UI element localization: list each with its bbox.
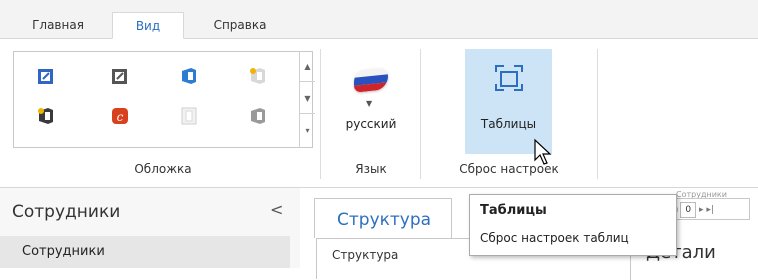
tab-structure[interactable]: Структура xyxy=(314,198,452,238)
skin-blue-icon[interactable] xyxy=(36,66,56,86)
tab-help[interactable]: Справка xyxy=(188,12,292,39)
skin-gray-icon[interactable] xyxy=(110,66,130,86)
gallery-scrollbar[interactable]: ▲ ▼ ▾ xyxy=(299,51,316,148)
group-divider xyxy=(320,49,321,179)
chevron-down-icon: ▼ xyxy=(366,99,373,108)
group-divider xyxy=(597,49,598,179)
pager-page-number[interactable]: 0 xyxy=(680,202,697,218)
language-button-label: русский xyxy=(345,117,397,131)
reset-tables-button-label: Таблицы xyxy=(480,117,537,131)
record-pager[interactable]: ◂ 0 ▸ ▸| xyxy=(668,198,750,220)
ribbon-tab-strip: Главная Вид Справка xyxy=(0,0,758,39)
ribbon-panel: c ▲ ▼ ▾ Обложка ▼ русский Язык Таблицы С… xyxy=(0,39,758,188)
skin-red-c-icon[interactable]: c xyxy=(110,106,130,126)
skin-glass-icon[interactable] xyxy=(179,106,199,126)
tooltip-title: Таблицы xyxy=(480,203,547,218)
pager-last-icon[interactable]: ▸| xyxy=(706,205,714,215)
gallery-scroll-up-icon[interactable]: ▲ xyxy=(300,51,315,82)
pager-next-icon[interactable]: ▸ xyxy=(699,205,704,215)
language-button[interactable]: ▼ русский xyxy=(332,49,410,154)
skin-office-light-icon[interactable] xyxy=(248,66,268,86)
group-label-language: Язык xyxy=(355,162,387,176)
svg-text:c: c xyxy=(117,110,124,124)
skin-frame-icon[interactable] xyxy=(248,106,268,126)
tab-structure-label: Структура xyxy=(337,210,432,230)
nav-item-employees[interactable]: Сотрудники xyxy=(0,236,290,268)
group-divider xyxy=(420,49,421,179)
skin-office-blue-icon[interactable] xyxy=(179,66,199,86)
tab-view[interactable]: Вид xyxy=(112,12,184,39)
gallery-scroll-down-icon[interactable]: ▼ xyxy=(300,83,315,114)
skin-gallery[interactable]: c ▲ ▼ ▾ xyxy=(13,51,316,148)
nav-panel-title: Сотрудники xyxy=(12,202,121,222)
reset-tables-icon xyxy=(495,65,523,91)
mouse-cursor-icon xyxy=(534,138,552,165)
collapse-panel-icon[interactable]: < xyxy=(270,200,283,219)
employees-nav-panel: Сотрудники < Сотрудники xyxy=(0,188,300,268)
skin-office-dark-icon[interactable] xyxy=(36,106,56,126)
russia-flag-icon xyxy=(354,67,388,93)
tooltip: Таблицы Сброс настроек таблиц xyxy=(469,194,677,256)
group-label-skins: Обложка xyxy=(134,162,192,176)
tooltip-description: Сброс настроек таблиц xyxy=(480,231,629,245)
group-label-reset: Сброс настроек xyxy=(459,162,559,176)
gallery-expand-icon[interactable]: ▾ xyxy=(300,115,315,146)
tab-home[interactable]: Главная xyxy=(6,12,110,39)
structure-column-header: Структура xyxy=(332,248,399,262)
